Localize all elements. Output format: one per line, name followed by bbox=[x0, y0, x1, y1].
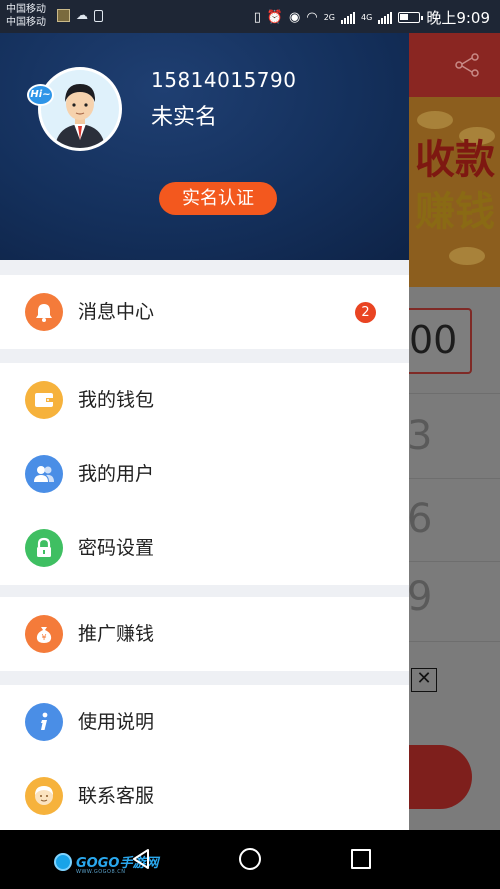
lock-icon bbox=[25, 529, 63, 567]
wifi-icon: ◠ bbox=[306, 10, 318, 25]
menu-item-message-center[interactable]: 消息中心 2 bbox=[0, 275, 409, 349]
background-amount-value: 00 bbox=[409, 318, 458, 362]
banner-text-2: 赚钱 bbox=[415, 189, 495, 235]
watermark-logo-icon bbox=[54, 852, 72, 871]
menu-group-messages: 消息中心 2 bbox=[0, 275, 409, 349]
background-confirm-button bbox=[409, 745, 472, 809]
menu-item-my-users[interactable]: 我的用户 bbox=[0, 437, 409, 511]
menu-label: 推广赚钱 bbox=[78, 623, 155, 645]
money-bag-icon: ¥ bbox=[25, 615, 63, 653]
battery-icon bbox=[398, 12, 424, 23]
menu-label: 我的钱包 bbox=[78, 389, 155, 411]
lock-status-icon bbox=[94, 10, 103, 22]
background-header bbox=[409, 33, 500, 97]
keypad-digit: 3 bbox=[409, 413, 433, 459]
system-icons: ▯ ⏰ ◉ ◠ 2G 4G 晚上9:09 bbox=[254, 7, 490, 28]
navigation-drawer: Hi~ 15814015790 未实名 实名认证 消息中心 2 我的钱包 我的用… bbox=[0, 33, 409, 833]
wallet-icon bbox=[25, 381, 63, 419]
menu-label: 消息中心 bbox=[78, 301, 155, 323]
home-icon[interactable] bbox=[239, 848, 261, 870]
app-notification-icon bbox=[57, 9, 70, 22]
menu-label: 我的用户 bbox=[78, 463, 155, 485]
signal-2-icon bbox=[378, 11, 393, 24]
carrier-2: 中国移动 bbox=[6, 17, 46, 28]
menu-label: 使用说明 bbox=[78, 711, 155, 733]
keypad-digit: 9 bbox=[409, 574, 433, 620]
menu-group-help: 使用说明 联系客服 bbox=[0, 685, 409, 833]
verification-status: 未实名 bbox=[151, 105, 218, 130]
unread-count-badge: 2 bbox=[355, 302, 376, 323]
back-icon[interactable] bbox=[130, 847, 152, 871]
sync-icon: ☁ bbox=[76, 8, 88, 22]
menu-group-promotion: ¥ 推广赚钱 bbox=[0, 597, 409, 671]
status-bar: 中国移动 中国移动 ☁ ▯ ⏰ ◉ ◠ 2G 4G 晚上9:09 bbox=[0, 0, 500, 33]
coin-decoration bbox=[417, 111, 453, 129]
users-icon bbox=[25, 455, 63, 493]
vibrate-icon: ▯ bbox=[253, 10, 261, 25]
menu-group-account: 我的钱包 我的用户 密码设置 bbox=[0, 363, 409, 585]
divider bbox=[409, 393, 500, 394]
network-type-1: 2G bbox=[323, 13, 336, 22]
signal-1-icon bbox=[341, 11, 356, 24]
alarm-icon: ⏰ bbox=[266, 10, 284, 25]
divider bbox=[409, 641, 500, 642]
divider bbox=[409, 478, 500, 479]
customer-service-icon bbox=[25, 777, 63, 815]
background-app-overlay[interactable]: 收款 赚钱 00 3 6 9 ✕ bbox=[409, 33, 500, 830]
carrier-1: 中国移动 bbox=[6, 4, 46, 15]
bell-icon bbox=[25, 293, 63, 331]
close-icon: ✕ bbox=[411, 668, 437, 692]
menu-label: 联系客服 bbox=[78, 785, 155, 807]
clock: 晚上9:09 bbox=[426, 9, 490, 27]
network-type-2: 4G bbox=[361, 13, 373, 22]
phone-number: 15814015790 bbox=[151, 68, 297, 92]
menu-item-customer-service[interactable]: 联系客服 bbox=[0, 759, 409, 833]
menu-label: 密码设置 bbox=[78, 537, 155, 559]
menu-item-wallet[interactable]: 我的钱包 bbox=[0, 363, 409, 437]
info-icon bbox=[25, 703, 63, 741]
profile-header: Hi~ 15814015790 未实名 实名认证 bbox=[0, 33, 409, 260]
menu-item-password-settings[interactable]: 密码设置 bbox=[0, 511, 409, 585]
share-icon bbox=[455, 53, 479, 77]
svg-text:¥: ¥ bbox=[41, 633, 46, 642]
coin-decoration bbox=[449, 247, 485, 265]
notification-icons: ☁ bbox=[57, 9, 103, 22]
user-portrait-icon bbox=[41, 70, 119, 148]
system-navigation-bar: GOGO手游网 WWW.GOGO8.CN bbox=[0, 830, 500, 889]
banner-text-1: 收款 bbox=[415, 137, 495, 183]
recent-apps-icon[interactable] bbox=[351, 849, 371, 869]
carrier-labels: 中国移动 中国移动 bbox=[6, 3, 46, 29]
keypad-digit: 6 bbox=[409, 496, 433, 542]
background-banner: 收款 赚钱 bbox=[409, 97, 500, 287]
menu-item-promote-earn[interactable]: ¥ 推广赚钱 bbox=[0, 597, 409, 671]
watermark-url: WWW.GOGO8.CN bbox=[76, 869, 126, 875]
avatar[interactable] bbox=[38, 67, 122, 151]
verify-identity-button[interactable]: 实名认证 bbox=[159, 182, 277, 215]
menu-item-user-guide[interactable]: 使用说明 bbox=[0, 685, 409, 759]
eye-comfort-icon: ◉ bbox=[289, 10, 301, 25]
hi-badge: Hi~ bbox=[27, 84, 54, 106]
divider bbox=[409, 561, 500, 562]
